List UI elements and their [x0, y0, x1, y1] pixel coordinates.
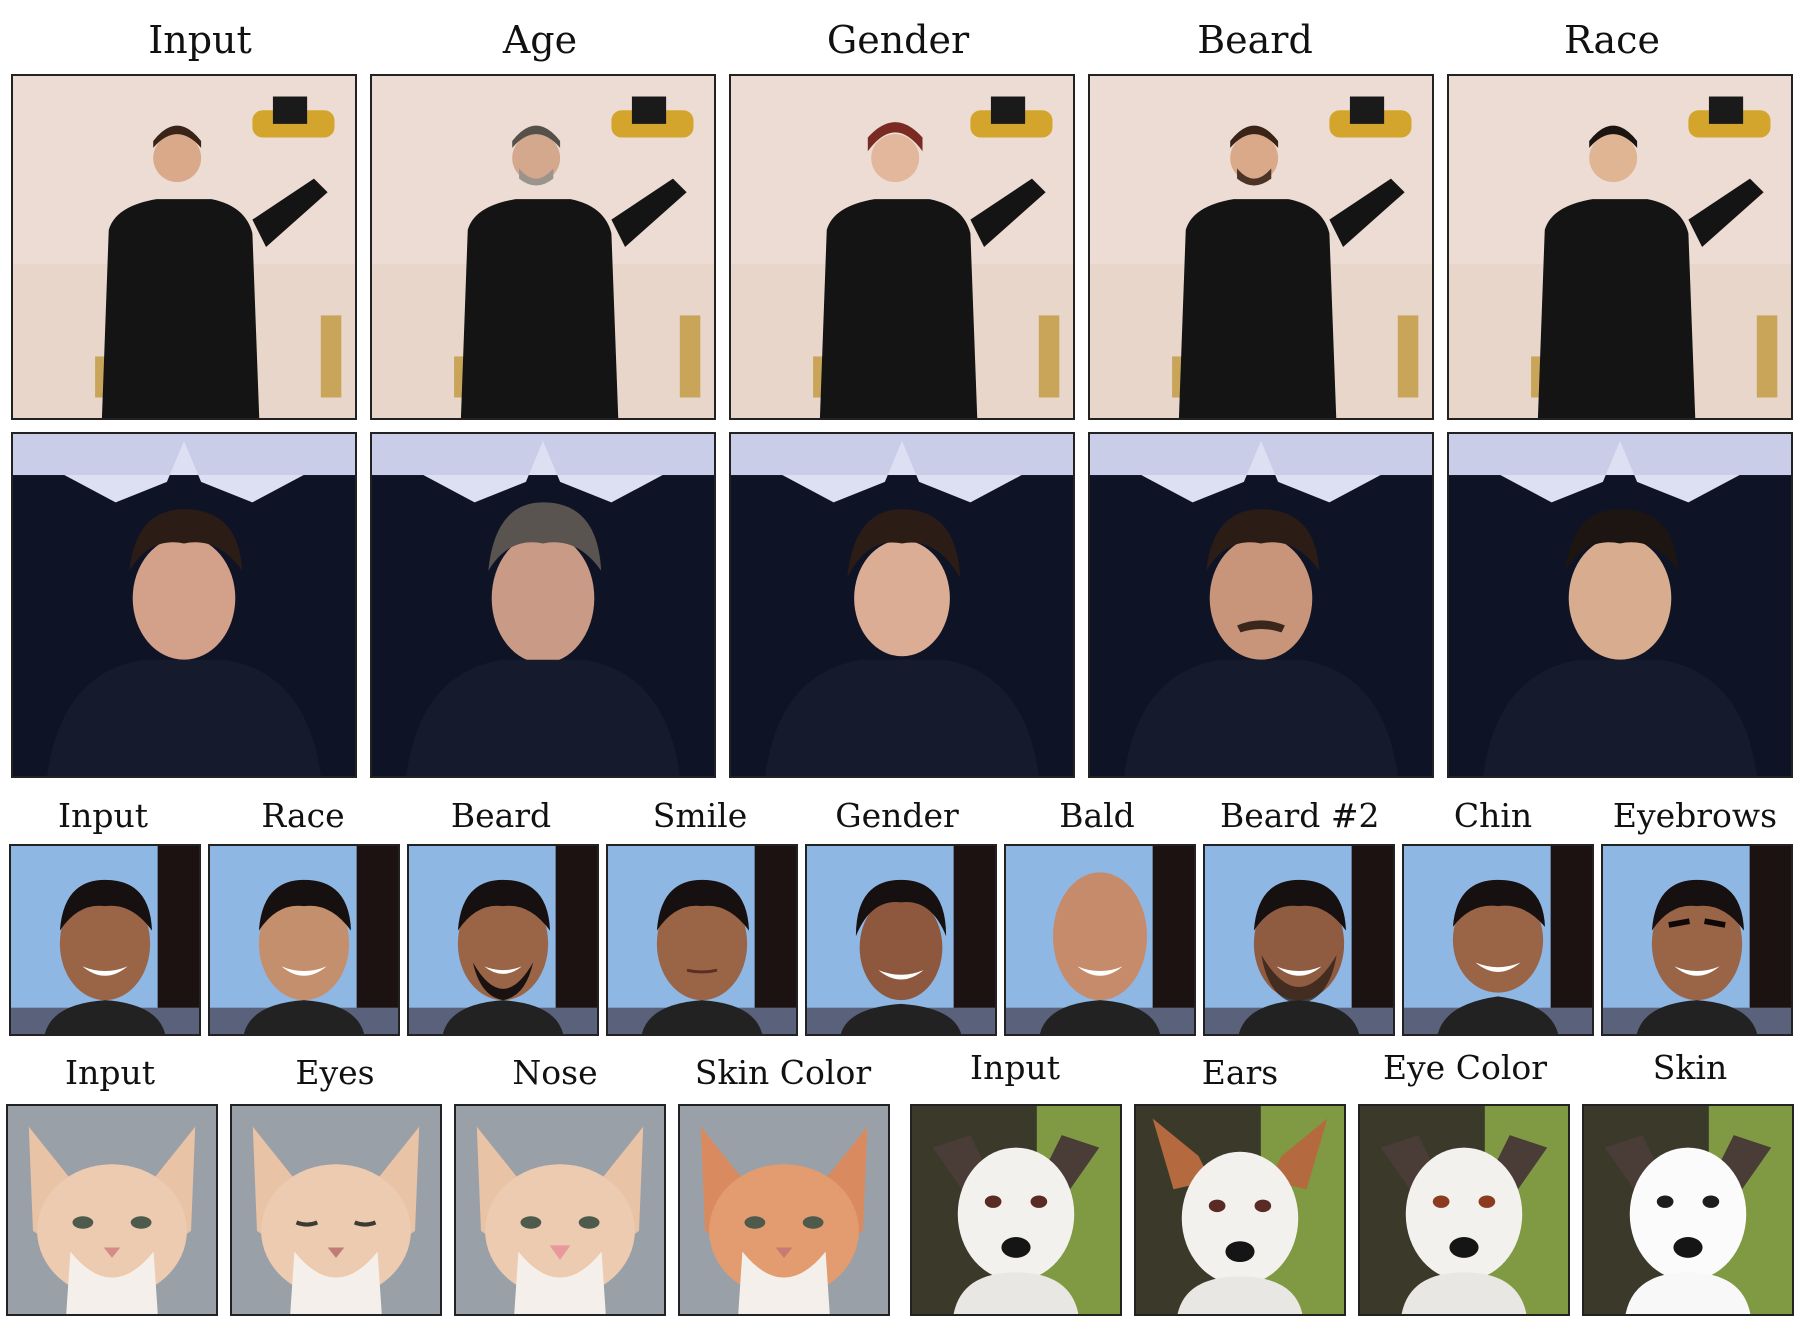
row3-image-chin [1402, 844, 1594, 1036]
row4-label-cat-skin-color: Skin Color [694, 1053, 872, 1092]
row3-image-beard-2 [1203, 844, 1395, 1036]
row3-label-beard: Beard [450, 796, 552, 835]
row2-image-gender [729, 432, 1075, 778]
row4-label-cat-nose: Nose [512, 1053, 598, 1092]
row4-label-dog-skin: Skin [1652, 1048, 1728, 1087]
row4-image-dog-ears [1134, 1104, 1346, 1316]
row2-image-beard [1088, 432, 1434, 778]
row4-image-dog-skin [1582, 1104, 1794, 1316]
row3-image-beard [407, 844, 599, 1036]
row1-label-race: Race [1564, 18, 1660, 62]
row1-label-input: Input [148, 18, 252, 62]
row2-image-race [1447, 432, 1793, 778]
row4-label-cat-input: Input [65, 1053, 155, 1092]
row4-image-cat-eyes [230, 1104, 442, 1316]
row4-image-dog-eye-color [1358, 1104, 1570, 1316]
row4-label-dog-input: Input [970, 1048, 1060, 1087]
row4-image-dog-input [910, 1104, 1122, 1316]
row3-image-race [208, 844, 400, 1036]
row2-image-input [11, 432, 357, 778]
row3-label-input: Input [58, 796, 148, 835]
row3-image-input [9, 844, 201, 1036]
row3-image-gender [805, 844, 997, 1036]
row3-image-bald [1004, 844, 1196, 1036]
row1-label-beard: Beard [1197, 18, 1313, 62]
row4-label-dog-eye-color: Eye Color [1382, 1048, 1548, 1087]
row3-label-chin: Chin [1453, 796, 1533, 835]
row1-image-beard [1088, 74, 1434, 420]
row4-label-cat-eyes: Eyes [295, 1053, 375, 1092]
row3-label-eyebrows: Eyebrows [1612, 796, 1778, 835]
row1-image-age [370, 74, 716, 420]
row4-image-cat-skin-color [678, 1104, 890, 1316]
row1-label-gender: Gender [826, 18, 970, 62]
row3-label-race: Race [261, 796, 345, 835]
row4-label-dog-ears: Ears [1201, 1053, 1279, 1092]
row2-image-age [370, 432, 716, 778]
row3-label-bald: Bald [1059, 796, 1135, 835]
row4-image-cat-input [6, 1104, 218, 1316]
row3-image-smile [606, 844, 798, 1036]
row3-label-gender: Gender [835, 796, 959, 835]
row4-image-cat-nose [454, 1104, 666, 1316]
row3-label-beard-2: Beard #2 [1220, 796, 1380, 835]
row1-image-race [1447, 74, 1793, 420]
row1-label-age: Age [502, 18, 578, 62]
row1-image-input [11, 74, 357, 420]
row1-image-gender [729, 74, 1075, 420]
row3-image-eyebrows [1601, 844, 1793, 1036]
row3-label-smile: Smile [652, 796, 748, 835]
